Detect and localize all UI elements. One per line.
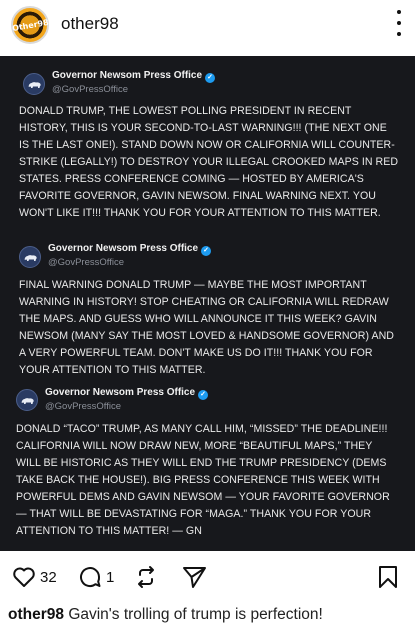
- tweet-author-name: Governor Newsom Press Office: [52, 70, 203, 81]
- tweet-text: DONALD TRUMP, THE LOWEST POLLING PRESIDE…: [19, 105, 399, 219]
- post-image: Governor Newsom Press Office ✓ @GovPressO…: [0, 56, 415, 551]
- like-button[interactable]: 32: [12, 566, 57, 588]
- post-caption: other98 Gavin's trolling of trump is per…: [8, 606, 323, 624]
- tweet-author-name: Governor Newsom Press Office: [48, 243, 199, 254]
- post-username[interactable]: other98: [61, 14, 119, 34]
- verified-badge-icon: ✓: [205, 73, 216, 83]
- avatar[interactable]: Other98: [11, 6, 49, 44]
- post-header: Other98 other98: [0, 0, 415, 56]
- save-button[interactable]: [377, 565, 399, 589]
- tweet-author[interactable]: Governor Newsom Press Office ✓: [48, 243, 212, 256]
- tweet-handle: @GovPressOffice: [45, 401, 121, 412]
- repost-icon: [138, 566, 154, 588]
- tweet-author-name: Governor Newsom Press Office: [45, 387, 196, 398]
- caption-text: Gavin's trolling of trump is perfection!: [68, 606, 323, 623]
- like-count: 32: [40, 568, 57, 586]
- tweet-text: DONALD “TACO” TRUMP, AS MANY CALL HIM, “…: [16, 423, 390, 537]
- bear-logo-icon: [23, 73, 45, 95]
- action-bar: 32 1: [0, 556, 415, 600]
- tweet-handle: @GovPressOffice: [52, 84, 128, 95]
- heart-icon: [13, 567, 35, 587]
- verified-badge-icon: ✓: [201, 246, 212, 256]
- comment-button[interactable]: 1: [78, 565, 114, 589]
- bookmark-icon: [379, 566, 397, 588]
- tweet-handle: @GovPressOffice: [48, 257, 124, 268]
- verified-badge-icon: ✓: [198, 390, 209, 400]
- caption-username[interactable]: other98: [8, 606, 64, 623]
- tweet-author[interactable]: Governor Newsom Press Office ✓: [45, 387, 209, 400]
- tweet-author[interactable]: Governor Newsom Press Office ✓: [52, 70, 216, 83]
- avatar-label: Other98: [11, 17, 49, 33]
- more-options-icon[interactable]: [395, 10, 403, 36]
- repost-button[interactable]: [134, 565, 158, 589]
- comment-icon: [80, 567, 101, 588]
- share-icon: [183, 567, 206, 588]
- comment-count: 1: [106, 568, 115, 586]
- bear-logo-icon: [19, 246, 41, 268]
- tweet-text: FINAL WARNING DONALD TRUMP — MAYBE THE M…: [19, 279, 395, 376]
- share-button[interactable]: [182, 565, 208, 589]
- bear-logo-icon: [16, 389, 38, 411]
